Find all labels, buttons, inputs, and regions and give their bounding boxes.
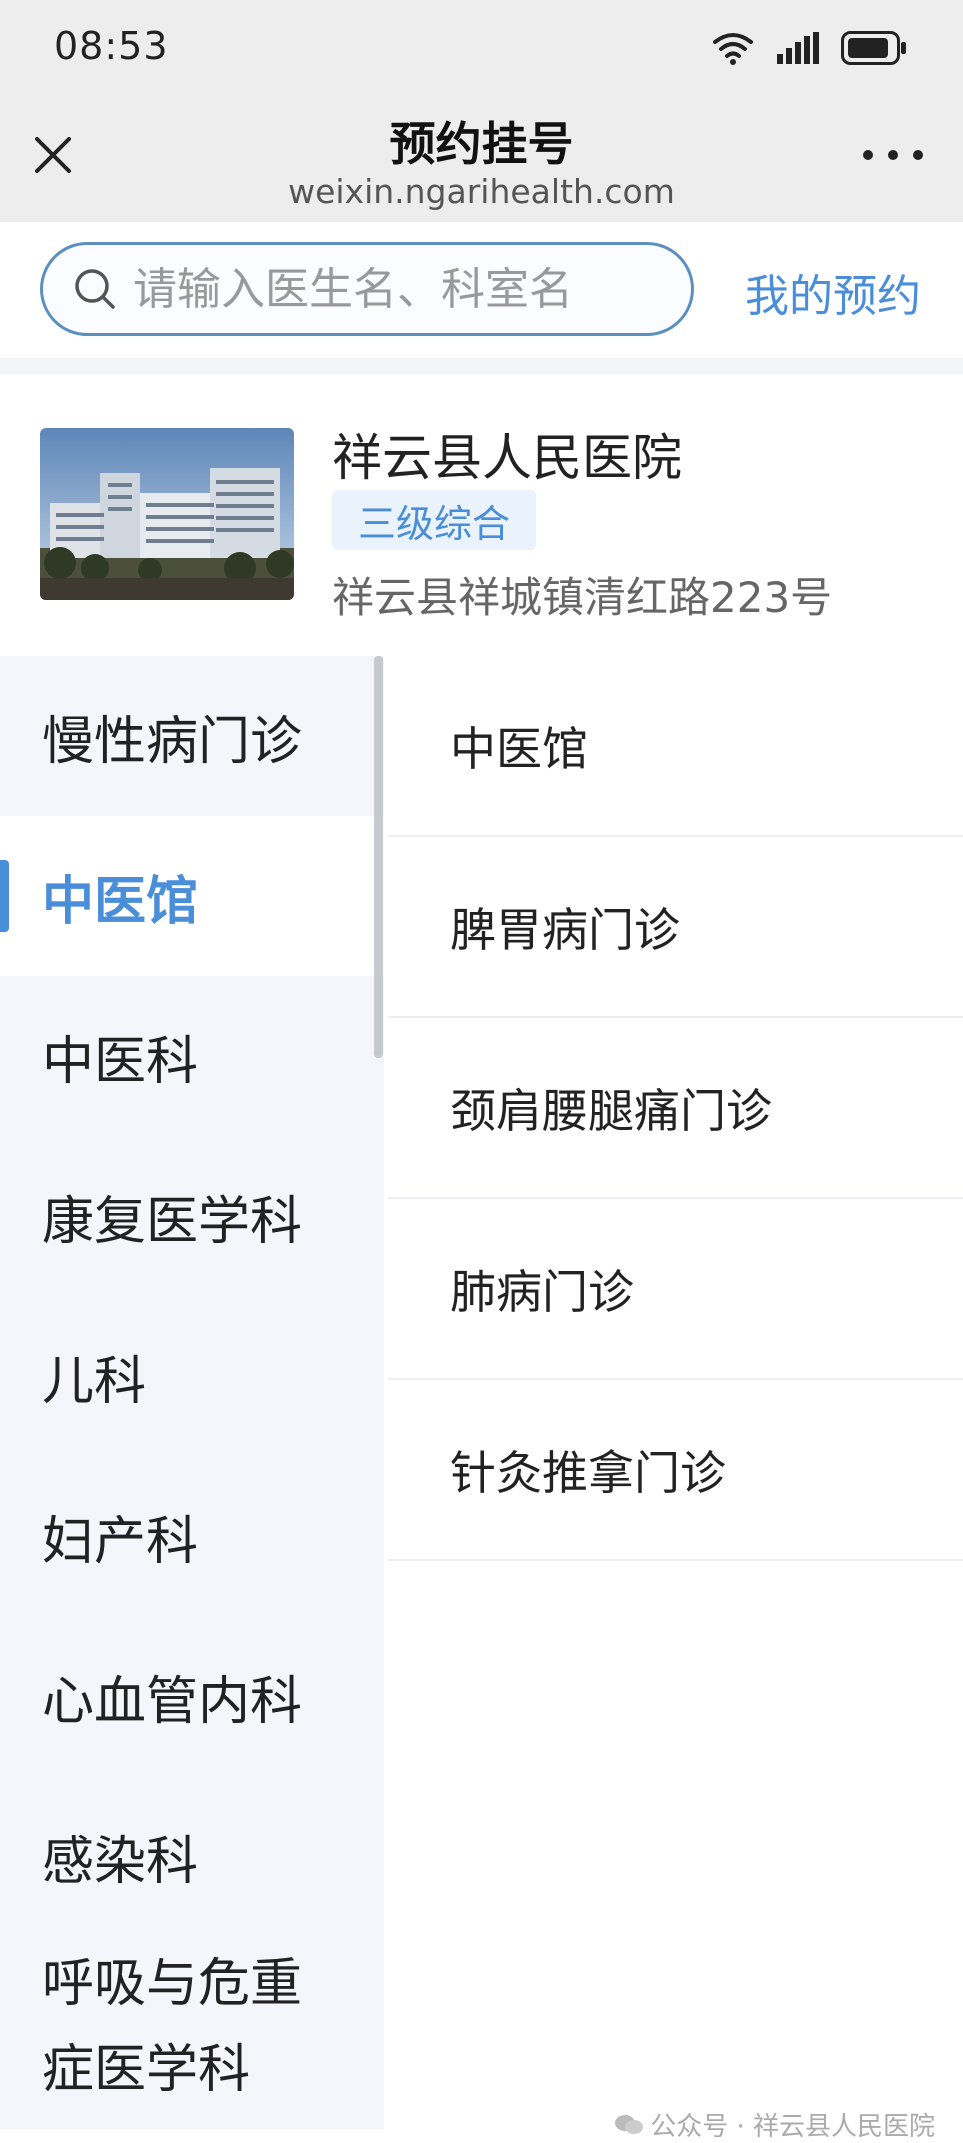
sidebar-item-pediatrics[interactable]: 儿科: [0, 1296, 384, 1456]
sidebar-item-infectious[interactable]: 感染科: [0, 1776, 384, 1936]
more-icon: [863, 150, 873, 160]
hospital-name: 祥云县人民医院: [332, 429, 682, 487]
list-item-neck-shoulder[interactable]: 颈肩腰腿痛门诊: [388, 1018, 963, 1199]
divider: [0, 358, 963, 374]
sidebar-item-respiratory[interactable]: 呼吸与危重 症医学科: [0, 1931, 384, 2131]
sidebar-item-tcm[interactable]: 中医科: [0, 976, 384, 1136]
watermark: 公众号 · 祥云县人民医院: [614, 2106, 935, 2143]
search-box[interactable]: [40, 242, 694, 336]
status-time: 08:53: [54, 24, 169, 68]
watermark-text: 公众号 · 祥云县人民医院: [650, 2112, 935, 2142]
list-item-tcm-hall[interactable]: 中医馆: [388, 656, 963, 837]
sidebar-item-rehabilitation[interactable]: 康复医学科: [0, 1136, 384, 1296]
sub-department-list: 中医馆 脾胃病门诊 颈肩腰腿痛门诊 肺病门诊 针灸推拿门诊: [388, 656, 963, 1566]
sidebar-item-chronic-disease[interactable]: 慢性病门诊: [0, 656, 384, 816]
search-input[interactable]: [131, 262, 675, 316]
signal-icon: [777, 32, 819, 64]
hospital-building-image: [40, 428, 294, 600]
hospital-level-badge: 三级综合: [332, 490, 537, 550]
list-item-lung-disease[interactable]: 肺病门诊: [388, 1199, 963, 1380]
sidebar-item-tcm-hall[interactable]: 中医馆: [0, 816, 384, 976]
hospital-photo: [40, 428, 294, 600]
nav-bar: 预约挂号 weixin.ngarihealth.com: [0, 100, 963, 222]
status-bar: 08:53: [0, 0, 963, 100]
wifi-icon: [713, 33, 753, 65]
sidebar-scrollbar[interactable]: [374, 656, 383, 1058]
more-button[interactable]: [863, 140, 923, 170]
hospital-address: 祥云县祥城镇清红路223号: [332, 573, 833, 622]
list-item-spleen-stomach[interactable]: 脾胃病门诊: [388, 837, 963, 1018]
list-item-acupuncture[interactable]: 针灸推拿门诊: [388, 1380, 963, 1561]
search-section: 我的预约: [0, 222, 963, 358]
department-sidebar: 慢性病门诊 中医馆 中医科 康复医学科 儿科 妇产科 心血管内科 感染科 呼吸与…: [0, 656, 384, 2129]
search-icon: [75, 269, 115, 309]
my-appointment-link[interactable]: 我的预约: [745, 260, 921, 324]
page-domain: weixin.ngarihealth.com: [288, 172, 675, 211]
hospital-card[interactable]: 祥云县人民医院 三级综合 祥云县祥城镇清红路223号: [0, 374, 963, 656]
page-title: 预约挂号: [389, 117, 574, 171]
sidebar-item-obstetrics[interactable]: 妇产科: [0, 1456, 384, 1616]
status-icons: [711, 26, 907, 70]
battery-icon: [841, 31, 906, 65]
sidebar-item-cardiology[interactable]: 心血管内科: [0, 1616, 384, 1776]
wechat-icon: [615, 2114, 644, 2134]
